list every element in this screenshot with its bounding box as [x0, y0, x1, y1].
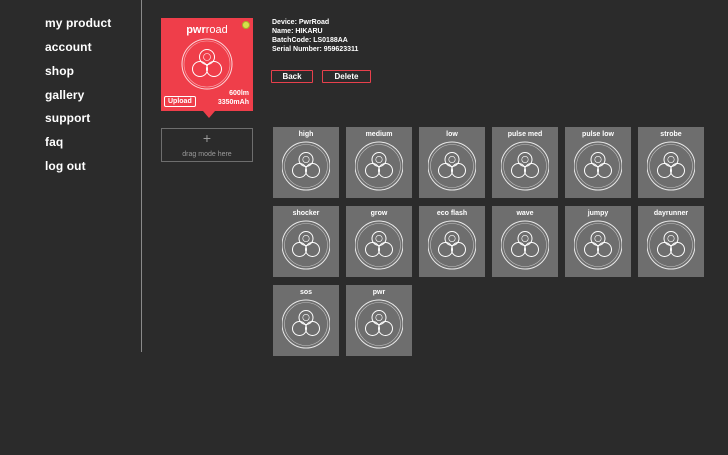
mode-tile[interactable]: eco flash — [419, 206, 485, 277]
device-name: Name: HIKARU — [272, 28, 323, 35]
back-button[interactable]: Back — [271, 70, 313, 83]
mode-label: pwr — [372, 289, 386, 296]
device-info: Device: PwrRoad Name: HIKARU BatchCode: … — [272, 18, 358, 54]
mode-tile[interactable]: grow — [346, 206, 412, 277]
mode-tile[interactable]: wave — [492, 206, 558, 277]
mode-label: strobe — [660, 131, 682, 138]
sidebar-item-shop[interactable]: shop — [45, 64, 74, 78]
brand-bold-text: pwr — [186, 24, 206, 36]
mode-label: high — [298, 131, 314, 138]
delete-button[interactable]: Delete — [322, 70, 371, 83]
mode-tile[interactable]: sos — [273, 285, 339, 356]
mode-label: wave — [516, 210, 534, 217]
mode-grid: high medium low pulse med pulse low strobe sho… — [273, 127, 713, 357]
sidebar-item-account[interactable]: account — [45, 40, 92, 54]
light-head-icon — [354, 219, 404, 276]
mode-label: jumpy — [587, 210, 609, 217]
lumens-value: 600lm — [229, 90, 249, 97]
light-head-icon — [646, 219, 696, 276]
drag-mode-slot[interactable]: + drag mode here — [161, 128, 253, 162]
mode-label: dayrunner — [653, 210, 689, 217]
serial-number: Serial Number: 959623311 — [272, 46, 359, 53]
light-head-icon — [281, 219, 331, 276]
device-type: Device: PwrRoad — [272, 19, 330, 26]
light-head-icon — [427, 219, 477, 276]
mode-label: low — [446, 131, 458, 138]
mode-label: eco flash — [436, 210, 468, 217]
light-head-icon — [354, 298, 404, 355]
sidebar-item-support[interactable]: support — [45, 111, 90, 125]
mode-label: pulse low — [582, 131, 614, 138]
mode-tile[interactable]: pulse med — [492, 127, 558, 198]
mode-tile[interactable]: jumpy — [565, 206, 631, 277]
plus-icon: + — [202, 130, 212, 146]
mode-tile[interactable]: high — [273, 127, 339, 198]
product-card[interactable]: pwrroad Upload 600lm 3350mAh — [161, 18, 253, 118]
mode-label: sos — [299, 289, 313, 296]
upload-button[interactable]: Upload — [164, 96, 196, 107]
mode-tile[interactable]: strobe — [638, 127, 704, 198]
mode-label: pulse med — [507, 131, 543, 138]
sidebar-item-log-out[interactable]: log out — [45, 159, 86, 173]
mode-tile[interactable]: pwr — [346, 285, 412, 356]
mode-tile[interactable]: pulse low — [565, 127, 631, 198]
light-head-icon — [500, 219, 550, 276]
sidebar-item-my-product[interactable]: my product — [45, 16, 111, 30]
mode-tile[interactable]: medium — [346, 127, 412, 198]
batch-code: BatchCode: LS0188AA — [272, 37, 348, 44]
light-head-icon — [427, 140, 477, 197]
light-head-icon — [646, 140, 696, 197]
product-brand-logo: pwrroad — [161, 24, 253, 36]
light-head-icon — [500, 140, 550, 197]
mode-label: shocker — [292, 210, 320, 217]
light-head-icon — [281, 140, 331, 197]
mode-label: grow — [370, 210, 388, 217]
light-head-icon — [181, 38, 233, 90]
sidebar-item-faq[interactable]: faq — [45, 135, 63, 149]
capacity-value: 3350mAh — [217, 99, 249, 106]
card-pointer — [203, 111, 215, 118]
mode-label: medium — [365, 131, 393, 138]
mode-tile[interactable]: shocker — [273, 206, 339, 277]
drag-mode-label: drag mode here — [182, 151, 232, 158]
sidebar: my product account shop gallery support … — [0, 0, 142, 352]
light-head-icon — [573, 140, 623, 197]
mode-tile[interactable]: dayrunner — [638, 206, 704, 277]
brand-light-text: road — [205, 24, 228, 36]
light-head-icon — [573, 219, 623, 276]
sidebar-item-gallery[interactable]: gallery — [45, 88, 84, 102]
light-head-icon — [281, 298, 331, 355]
mode-tile[interactable]: low — [419, 127, 485, 198]
light-head-icon — [354, 140, 404, 197]
